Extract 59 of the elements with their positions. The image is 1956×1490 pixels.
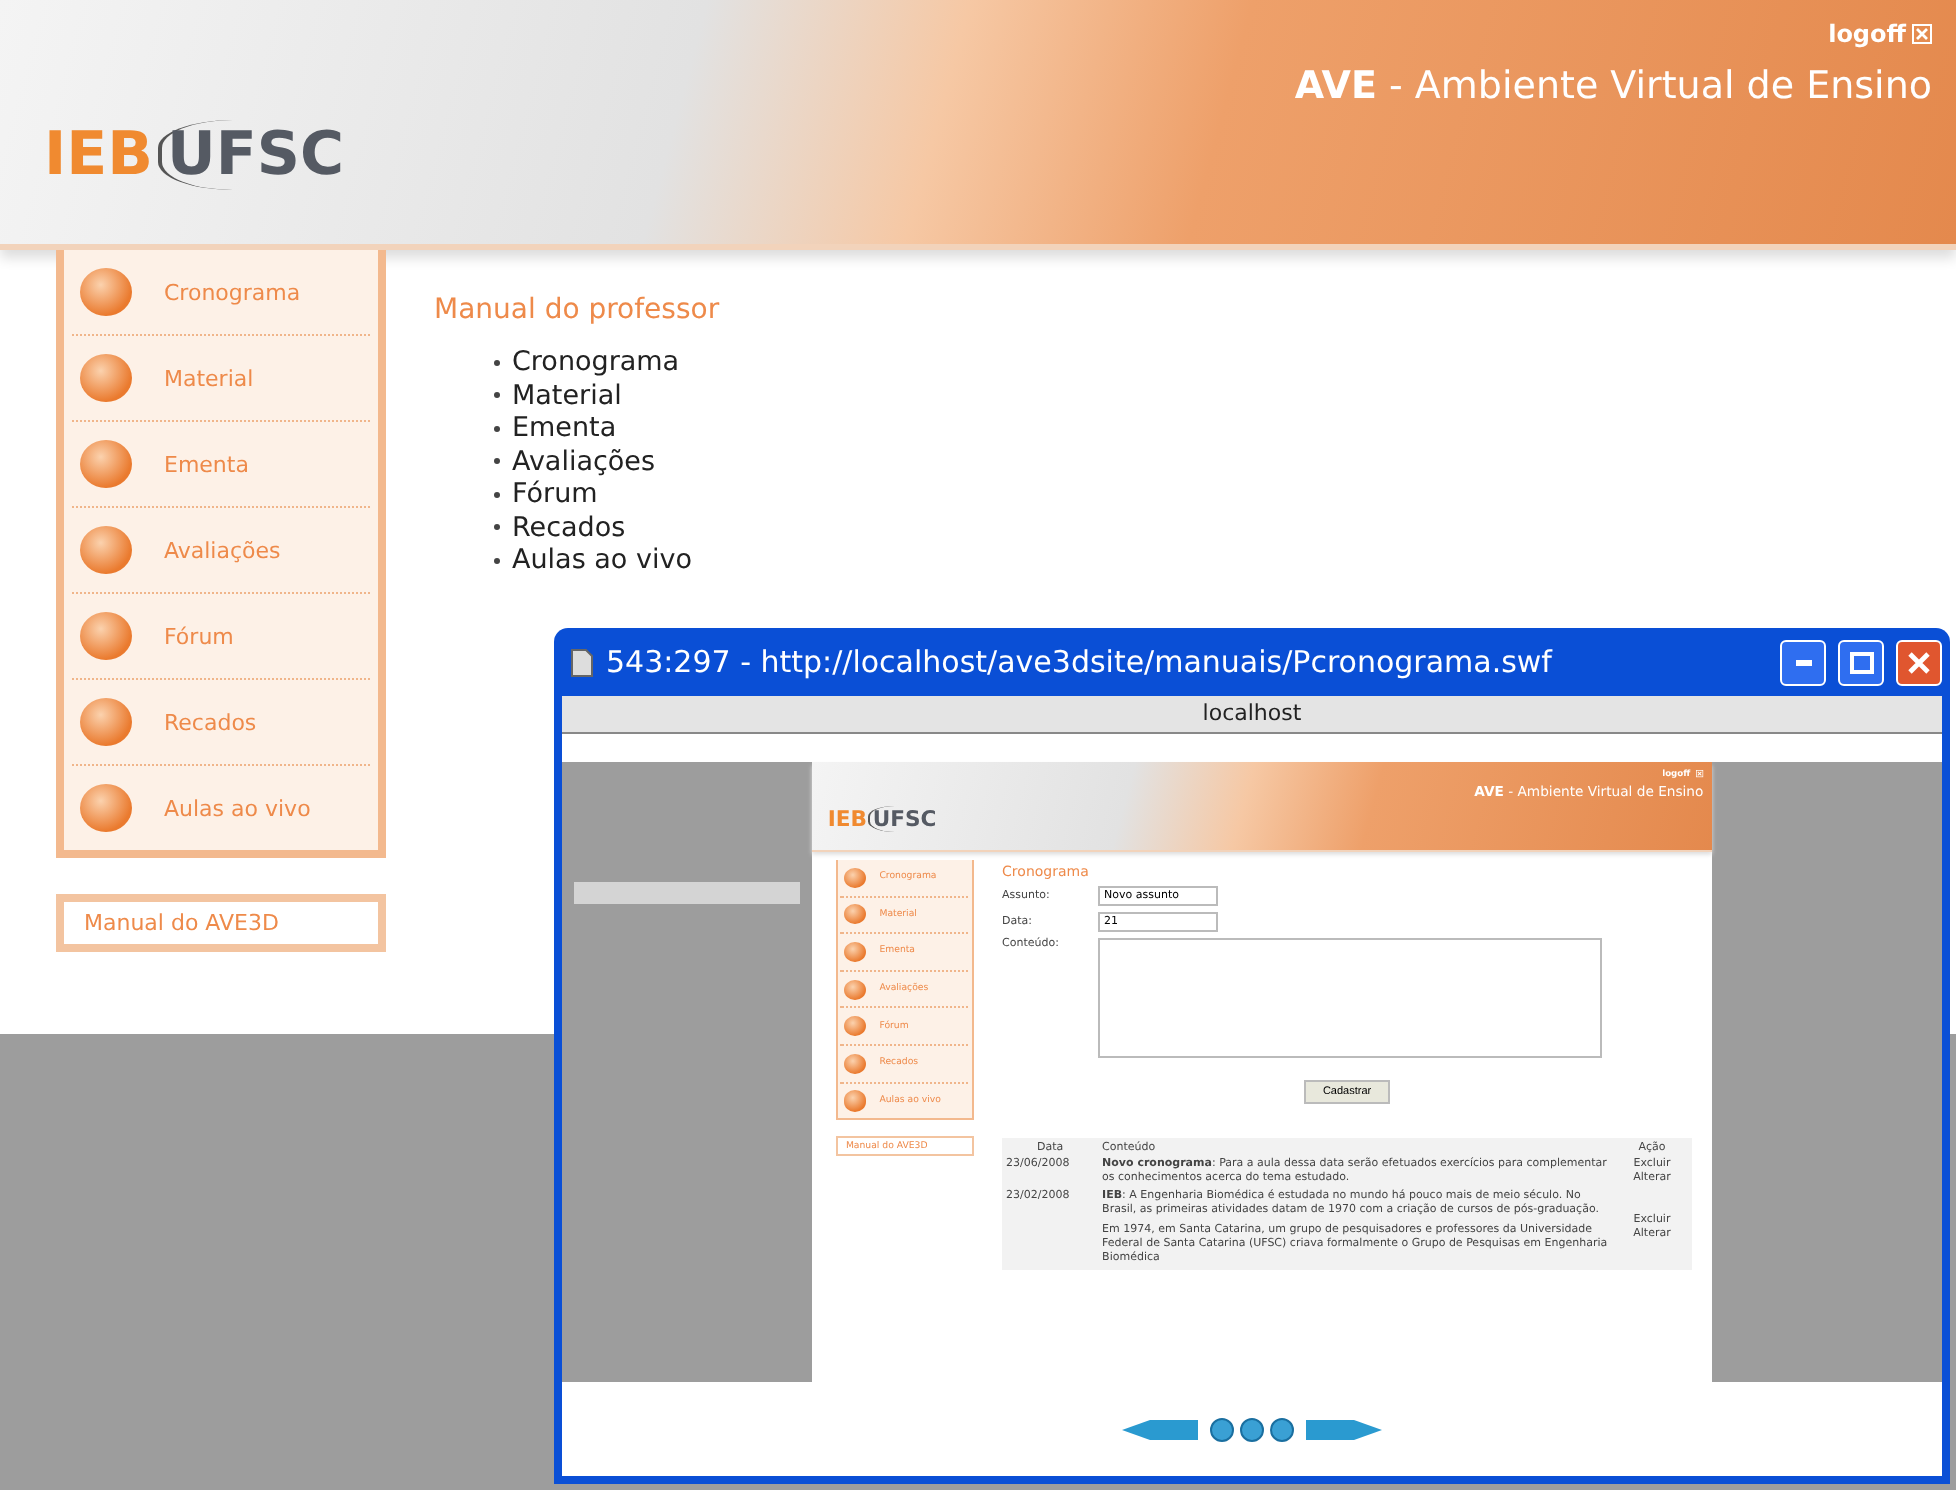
menu-item[interactable]: Aulas ao vivo bbox=[72, 766, 370, 850]
orb-icon bbox=[844, 904, 866, 925]
bullet-icon bbox=[494, 491, 500, 498]
menu-item[interactable]: Material bbox=[72, 336, 370, 422]
logo-text: UFSC bbox=[157, 120, 345, 190]
orb-icon bbox=[80, 440, 132, 488]
orb-icon bbox=[80, 698, 132, 746]
orb-icon bbox=[844, 1090, 866, 1111]
logoff-link[interactable]: logoff bbox=[1828, 20, 1932, 48]
close-icon bbox=[1908, 651, 1930, 673]
logo-text: IEB bbox=[827, 805, 868, 832]
menu-item[interactable]: Recados bbox=[72, 680, 370, 766]
close-icon bbox=[1912, 24, 1932, 44]
nav-dot-icon[interactable] bbox=[1240, 1417, 1264, 1441]
orb-icon bbox=[844, 867, 866, 888]
close-icon bbox=[1696, 770, 1704, 778]
back-arrow-icon[interactable] bbox=[1122, 1419, 1198, 1439]
bullet-icon bbox=[494, 425, 500, 432]
orb-icon bbox=[80, 784, 132, 832]
manual-link[interactable]: Fórum bbox=[512, 478, 598, 511]
orb-icon bbox=[844, 1053, 866, 1074]
orb-icon bbox=[80, 268, 132, 316]
nav-dot-icon[interactable] bbox=[1270, 1417, 1294, 1441]
document-icon bbox=[570, 647, 594, 677]
orb-icon bbox=[844, 941, 866, 962]
menu-item[interactable]: Fórum bbox=[72, 594, 370, 680]
forward-arrow-icon[interactable] bbox=[1306, 1419, 1382, 1439]
minimize-button[interactable] bbox=[1780, 639, 1826, 685]
manual-link[interactable]: Material bbox=[512, 379, 622, 412]
manual-link[interactable]: Cronograma bbox=[512, 346, 680, 379]
bullet-icon bbox=[494, 458, 500, 465]
close-button[interactable] bbox=[1896, 639, 1942, 685]
bullet-icon bbox=[494, 359, 500, 366]
nav-dot-icon[interactable] bbox=[1210, 1417, 1234, 1441]
menu-item[interactable]: Cronograma bbox=[72, 250, 370, 336]
maximize-icon bbox=[1849, 651, 1873, 673]
page-heading: Manual do professor bbox=[434, 294, 720, 326]
orb-icon bbox=[80, 612, 132, 660]
orb-icon bbox=[844, 979, 866, 1000]
menu-item[interactable]: Ementa bbox=[72, 422, 370, 508]
logo-text: UFSC bbox=[868, 805, 937, 832]
menu-item[interactable]: Avaliações bbox=[72, 508, 370, 594]
bullet-icon bbox=[494, 392, 500, 399]
orb-icon bbox=[80, 526, 132, 574]
site-title: AVE - Ambiente Virtual de Ensino bbox=[1294, 64, 1932, 108]
minimize-icon bbox=[1795, 659, 1811, 665]
manual-button[interactable]: Manual do AVE3D bbox=[56, 894, 386, 952]
manual-link[interactable]: Recados bbox=[512, 511, 626, 544]
bullet-icon bbox=[494, 557, 500, 564]
host-bar: localhost bbox=[562, 696, 1942, 734]
manual-link[interactable]: Aulas ao vivo bbox=[512, 544, 692, 577]
orb-icon bbox=[80, 354, 132, 402]
manual-link[interactable]: Avaliações bbox=[512, 445, 656, 478]
manual-link[interactable]: Ementa bbox=[512, 412, 617, 445]
logo-text: IEB bbox=[44, 120, 154, 190]
orb-icon bbox=[844, 1016, 866, 1037]
maximize-button[interactable] bbox=[1838, 639, 1884, 685]
window-title: 543:297 - http://localhost/ave3dsite/manuais/Pcronograma.swf bbox=[606, 644, 1555, 680]
bullet-icon bbox=[494, 524, 500, 531]
